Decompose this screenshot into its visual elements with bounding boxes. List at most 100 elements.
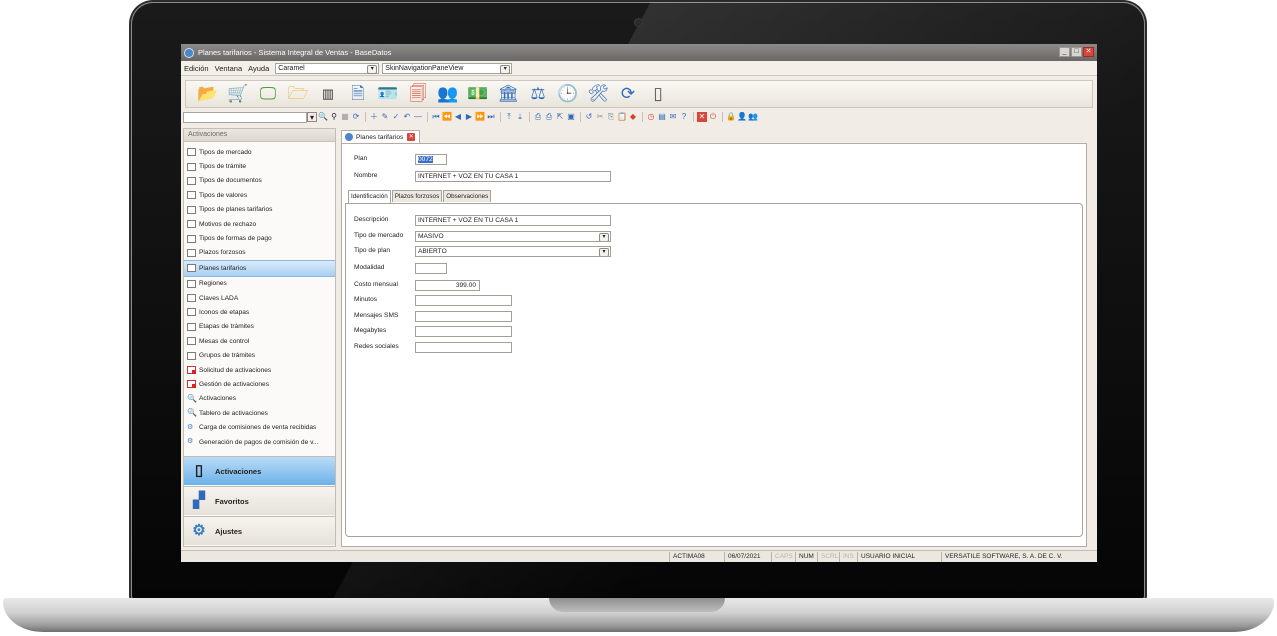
nav-item-solicitud-de-activaciones[interactable]: Solicitud de activaciones <box>184 363 335 377</box>
scale-icon[interactable]: ⚖ <box>528 84 548 104</box>
check-icon[interactable]: ✓ <box>391 112 401 122</box>
next-page-icon[interactable]: ⏩ <box>475 112 485 122</box>
nav-item-iconos-de-etapas[interactable]: Iconos de etapas <box>184 305 335 319</box>
tab-identificacion[interactable]: Identificación <box>348 190 391 203</box>
delete-icon[interactable]: — <box>413 112 423 122</box>
close-icon[interactable]: ✕ <box>407 133 416 141</box>
nav-item-carga-de-comisiones[interactable]: ⚙ Carga de comisiones de venta recibidas <box>184 420 335 434</box>
close-form-icon[interactable]: ✕ <box>697 112 707 122</box>
lock-icon[interactable]: 🔒 <box>726 112 736 122</box>
bank-icon[interactable]: 🏛 <box>497 84 519 104</box>
add-icon[interactable]: ＋ <box>369 112 379 122</box>
binoculars-icon[interactable]: ⚲ <box>329 112 339 122</box>
help-icon[interactable]: ? <box>679 112 689 122</box>
costo-mensual-field[interactable]: 399.00 <box>415 280 480 291</box>
barcode-icon[interactable]: ▥ <box>318 84 338 104</box>
copy-icon[interactable]: ⎘ <box>606 112 616 122</box>
nav-item-tablero-de-activaciones[interactable]: 🔍 Tablero de activaciones <box>184 406 335 420</box>
nav-item-tipos-de-mercado[interactable]: Tipos de mercado <box>184 145 335 159</box>
megabytes-field[interactable] <box>415 326 512 337</box>
minimize-button[interactable]: _ <box>1059 47 1070 57</box>
nav-group-activaciones[interactable]: ▯ Activaciones <box>184 456 335 485</box>
calendar-icon[interactable]: ▤ <box>657 112 667 122</box>
nav-item-generacion-de-pagos[interactable]: ⚙ Generación de pagos de comisión de v... <box>184 435 335 449</box>
document-icon[interactable]: 🗎 <box>348 84 368 104</box>
nav-item-mesas-de-control[interactable]: Mesas de control <box>184 334 335 348</box>
id-card-icon[interactable]: 🪪 <box>377 84 398 104</box>
skin-combo[interactable]: Caramel ▾ <box>275 62 380 74</box>
mail-icon[interactable]: ✉ <box>668 112 678 122</box>
cut-icon[interactable]: ✂ <box>595 112 605 122</box>
report-icon[interactable]: 🗐 <box>408 84 428 104</box>
save-icon[interactable]: ▣ <box>566 112 576 122</box>
nav-group-ajustes[interactable]: ⚙ Ajustes <box>184 516 335 545</box>
nav-item-planes-tarifarios[interactable]: Planes tarifarios <box>184 260 335 277</box>
tipo-plan-select[interactable]: ABIERTO ▾ <box>415 246 611 257</box>
folder-icon[interactable]: 📂 <box>197 84 218 104</box>
modalidad-field[interactable] <box>415 263 447 274</box>
nav-item-motivos-de-rechazo[interactable]: Motivos de rechazo <box>184 217 335 231</box>
nav-group-favoritos[interactable]: ▞ Favoritos <box>184 486 335 515</box>
next-record-icon[interactable]: ▶ <box>464 112 474 122</box>
menu-ventana[interactable]: Ventana <box>212 64 246 73</box>
tab-observaciones[interactable]: Observaciones <box>443 190 492 202</box>
nav-item-tipos-de-planes-tarifarios[interactable]: Tipos de planes tarifarios <box>184 203 335 217</box>
search-icon[interactable]: 🔍 <box>318 112 328 122</box>
redes-sociales-field[interactable] <box>415 342 512 353</box>
plan-field[interactable]: 0072 <box>415 154 447 165</box>
dropdown-icon[interactable]: ▾ <box>307 112 317 122</box>
nav-item-activaciones[interactable]: 🔍 Activaciones <box>184 392 335 406</box>
history-icon[interactable]: ◷ <box>646 112 656 122</box>
nombre-field[interactable]: INTERNET + VOZ EN TU CASA 1 <box>415 171 611 182</box>
last-record-icon[interactable]: ⏭ <box>486 112 496 122</box>
menu-ayuda[interactable]: Ayuda <box>245 64 272 73</box>
view-combo[interactable]: SkinNavigationPaneView ▾ <box>382 62 513 74</box>
search-input[interactable] <box>183 111 307 123</box>
nav-item-tipos-de-documentos[interactable]: Tipos de documentos <box>184 174 335 188</box>
tab-planes-tarifarios[interactable]: Planes tarifarios ✕ <box>341 130 421 143</box>
tipo-mercado-select[interactable]: MASIVO ▾ <box>415 231 611 242</box>
clear-icon[interactable]: ◆ <box>628 112 638 122</box>
nav-item-gestion-de-activaciones[interactable]: Gestión de activaciones <box>184 377 335 391</box>
undo-icon[interactable]: ↶ <box>402 112 412 122</box>
menu-edicion[interactable]: Edición <box>181 64 212 73</box>
maximize-button[interactable]: □ <box>1071 47 1082 57</box>
print-preview-icon[interactable]: ⎙ <box>544 112 554 122</box>
screen-check-icon[interactable]: 🖵 <box>258 84 278 104</box>
refresh-icon[interactable]: ⟳ <box>618 84 638 104</box>
prev-record-icon[interactable]: ◀ <box>453 112 463 122</box>
edit-icon[interactable]: ✎ <box>380 112 390 122</box>
tools-icon[interactable]: 🛠 <box>587 84 609 104</box>
descripcion-field[interactable]: INTERNET + VOZ EN TU CASA 1 <box>415 215 611 226</box>
sync-icon[interactable]: ⟳ <box>351 112 361 122</box>
download-icon[interactable]: ⤓ <box>515 112 525 122</box>
users-icon[interactable]: 👥 <box>748 112 758 122</box>
grid-icon[interactable]: ▦ <box>340 112 350 122</box>
nav-item-claves-lada[interactable]: Claves LADA <box>184 291 335 305</box>
folder-open-icon[interactable]: 🗁 <box>287 84 308 104</box>
minutos-field[interactable] <box>415 295 512 306</box>
power-icon[interactable]: ⏻ <box>708 112 718 122</box>
nav-item-tipos-de-valores[interactable]: Tipos de valores <box>184 188 335 202</box>
tab-plazos-forzosos[interactable]: Plazos forzosos <box>391 190 443 202</box>
nav-item-etapas-de-tramites[interactable]: Etapas de trámites <box>184 320 335 334</box>
nav-item-grupos-de-tramites[interactable]: Grupos de trámites <box>184 348 335 362</box>
nav-item-tipos-de-tramite[interactable]: Tipos de trámite <box>184 159 335 173</box>
user-icon[interactable]: 👤 <box>737 112 747 122</box>
close-button[interactable]: ✕ <box>1083 47 1094 57</box>
revert-icon[interactable]: ↺ <box>584 112 594 122</box>
phone-icon[interactable]: ▯ <box>648 84 668 104</box>
nav-item-regiones[interactable]: Regiones <box>184 277 335 291</box>
prev-page-icon[interactable]: ⏪ <box>442 112 452 122</box>
export-icon[interactable]: ⇱ <box>555 112 565 122</box>
upload-icon[interactable]: ⤒ <box>504 112 514 122</box>
money-icon[interactable]: 💵 <box>467 84 488 104</box>
mensajes-sms-field[interactable] <box>415 311 512 322</box>
print-icon[interactable]: ⎙ <box>533 112 543 122</box>
nav-item-tipos-de-formas-de-pago[interactable]: Tipos de formas de pago <box>184 231 335 245</box>
paste-icon[interactable]: 📋 <box>617 112 627 122</box>
users-icon[interactable]: 👥 <box>437 84 458 104</box>
clock-icon[interactable]: 🕒 <box>557 84 578 104</box>
nav-item-plazos-forzosos[interactable]: Plazos forzosos <box>184 246 335 260</box>
first-record-icon[interactable]: ⏮ <box>431 112 441 122</box>
